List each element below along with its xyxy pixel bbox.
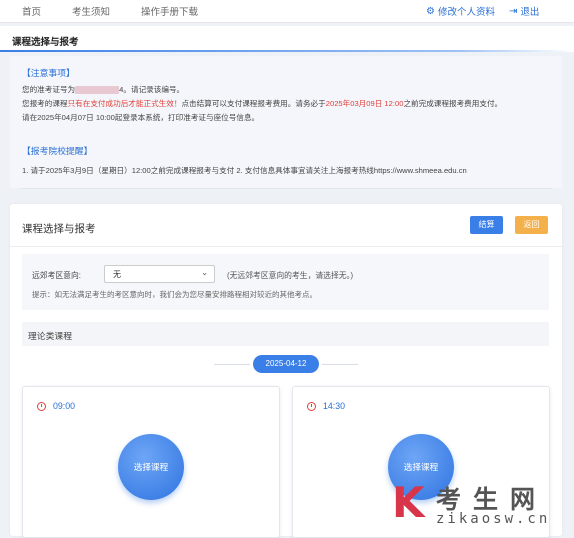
payment-text-a: 您报考的课程 — [22, 99, 68, 108]
date-line-left — [214, 364, 250, 365]
exam-area-tip: 提示：如无法满足考生的考区意向时，我们会为您尽量安排路程相对较近的其他考点。 — [32, 290, 317, 299]
nav-home[interactable]: 首页 — [22, 4, 41, 18]
select-course-button[interactable]: 选择课程 — [118, 434, 184, 500]
payment-deadline: 2025年03月09日 12:00 — [325, 99, 404, 108]
slot-time-label: 09:00 — [53, 401, 76, 411]
notice-divider — [20, 188, 552, 189]
card-divider — [10, 246, 562, 247]
masked-ticket-number — [75, 86, 120, 94]
watermark-en-text: zikaosw.cn — [436, 511, 551, 527]
exam-area-filter: 远郊考区意向: 无 ⌄ (无远郊考区意向的考生，请选择无。) 提示：如无法满足考… — [22, 254, 549, 310]
notice-line-id-prefix: 您的准考证号为 — [22, 85, 76, 94]
date-line-right — [322, 364, 358, 365]
page-title: 课程选择与报考 — [12, 37, 79, 48]
exam-date-pill: 2025-04-12 — [253, 355, 319, 373]
alarm-clock-icon — [307, 401, 316, 411]
school-reminder-heading: 【报考院校提醒】 — [22, 146, 93, 156]
chevron-down-icon: ⌄ — [201, 268, 208, 277]
time-slot-card: 09:00 选择课程 — [22, 386, 280, 538]
top-nav-bar: 首页 考生须知 操作手册下载 ⚙ 修改个人资料 ⇥ 退出 — [0, 0, 574, 23]
nav-manual-download[interactable]: 操作手册下载 — [141, 4, 198, 18]
logout-label: 退出 — [520, 7, 540, 18]
checkout-button[interactable]: 结算 — [470, 216, 503, 234]
logout-icon: ⇥ — [509, 5, 518, 17]
slot-time-label: 14:30 — [323, 401, 346, 411]
exam-area-label: 远郊考区意向: — [32, 271, 81, 280]
payment-warning: 只有在支付成功后才能正式生效！ — [67, 99, 182, 108]
payment-text-b: 点击结算可以支付课程报考费用。请务必于 — [181, 99, 326, 108]
theory-course-label: 理论类课程 — [28, 331, 72, 341]
exam-area-hint: (无远郊考区意向的考生，请选择无。) — [227, 271, 354, 280]
notice-line-id: 您的准考证号为 4。请记录该编号。 — [22, 84, 184, 95]
alarm-clock-icon — [37, 401, 46, 411]
slot-time: 14:30 — [307, 401, 345, 411]
title-underline — [0, 50, 574, 52]
notice-line-print: 请在2025年04月07日 10:00起登录本系统，打印准考证与座位号信息。 — [22, 113, 260, 122]
slot-time: 09:00 — [37, 401, 75, 411]
school-reminder-text: 1. 请于2025年3月9日（星期日）12:00之前完成课程报考与支付 2. 支… — [22, 166, 467, 175]
theory-course-header: 理论类课程 — [22, 322, 549, 346]
site-watermark: K 考生网 zikaosw.cn — [392, 478, 574, 536]
logout-link[interactable]: ⇥ 退出 — [509, 4, 540, 19]
nav-candidate-notice[interactable]: 考生须知 — [72, 4, 110, 18]
back-button[interactable]: 返回 — [515, 216, 548, 234]
notice-line-id-suffix: 4。请记录该编号。 — [119, 85, 185, 94]
payment-text-c: 之前完成课程报考费用支付。 — [403, 99, 503, 108]
exam-area-select[interactable]: 无 ⌄ — [104, 265, 215, 283]
watermark-logo-letter: K — [392, 478, 425, 527]
page-title-bar: 课程选择与报考 — [0, 26, 574, 52]
card-title: 课程选择与报考 — [22, 223, 96, 235]
notice-line-payment: 您报考的课程只有在支付成功后才能正式生效！点击结算可以支付课程报考费用。请务必于… — [22, 98, 502, 109]
gear-icon: ⚙ — [426, 5, 435, 17]
notice-panel: 【注意事项】 您的准考证号为 4。请记录该编号。 您报考的课程只有在支付成功后才能… — [10, 56, 562, 189]
edit-profile-link[interactable]: ⚙ 修改个人资料 — [426, 4, 495, 19]
edit-profile-label: 修改个人资料 — [437, 7, 495, 18]
notice-heading: 【注意事项】 — [22, 68, 75, 78]
exam-area-select-value: 无 — [113, 270, 121, 279]
